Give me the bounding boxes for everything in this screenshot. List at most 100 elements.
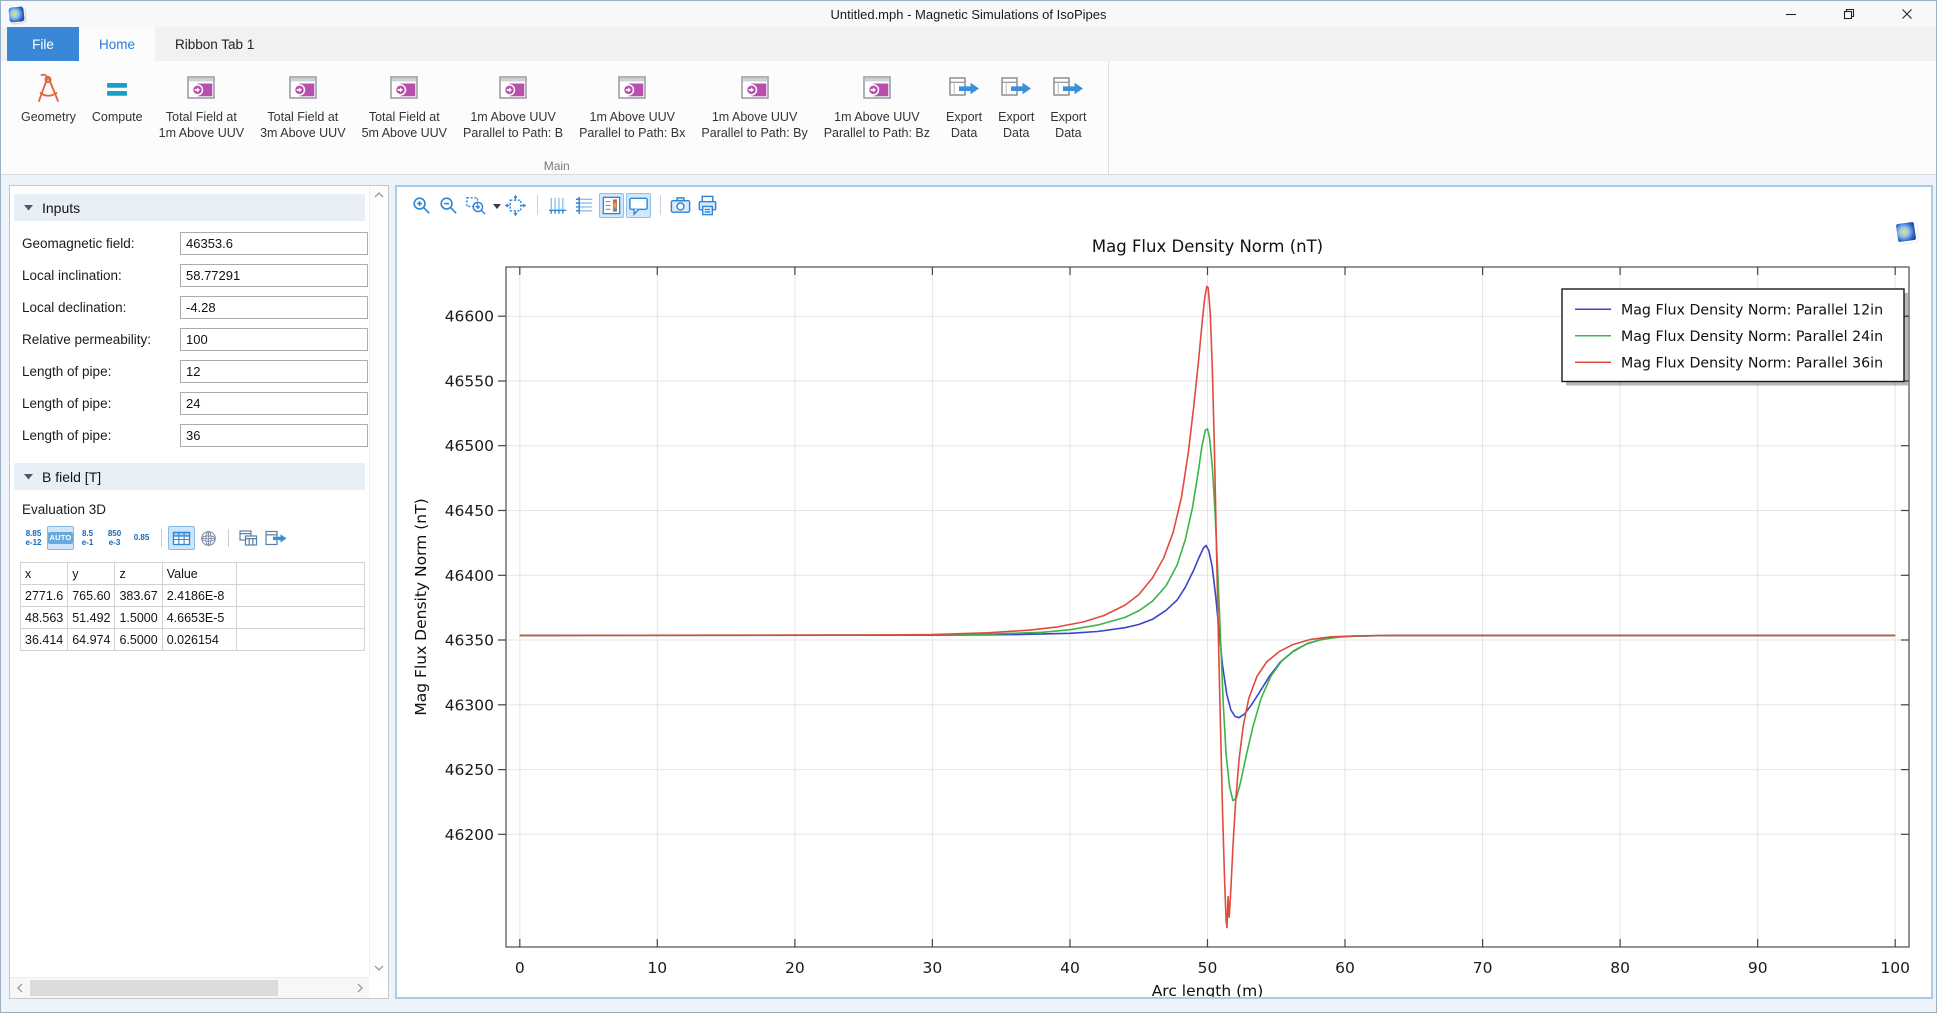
scroll-down-button[interactable] bbox=[370, 959, 388, 977]
column-header[interactable]: y bbox=[68, 563, 115, 585]
format-decimal-button[interactable]: 0.85 bbox=[128, 526, 155, 550]
scroll-right-button[interactable] bbox=[350, 978, 369, 998]
restore-button[interactable] bbox=[1820, 1, 1878, 27]
table-cell: 6.5000 bbox=[115, 629, 162, 651]
section-header-inputs[interactable]: Inputs bbox=[14, 194, 365, 221]
globe-icon bbox=[199, 530, 218, 547]
chevron-down-icon bbox=[374, 965, 384, 971]
field-input-0[interactable] bbox=[180, 232, 368, 255]
field-input-5[interactable] bbox=[180, 392, 368, 415]
table-cell: 383.67 bbox=[115, 585, 162, 607]
sidebar-vertical-scrollbar[interactable] bbox=[369, 186, 388, 977]
export-table-button[interactable] bbox=[262, 526, 289, 550]
window-title: Untitled.mph - Magnetic Simulations of I… bbox=[1, 7, 1936, 22]
zoom-box-button[interactable] bbox=[463, 193, 488, 218]
y-grid-icon bbox=[573, 194, 596, 217]
sidebar-horizontal-scrollbar[interactable] bbox=[10, 977, 369, 998]
graphics-canvas[interactable]: 0102030405060708090100462004625046300463… bbox=[399, 221, 1933, 1002]
zoom-extents-button[interactable] bbox=[503, 193, 528, 218]
ribbon-button-export-data[interactable]: ExportData bbox=[939, 68, 989, 144]
ribbon-button-total-field-at-3m-above-uuv[interactable]: Total Field at3m Above UUV bbox=[253, 68, 352, 144]
table-view-button[interactable] bbox=[168, 526, 195, 550]
section-header-bfield[interactable]: B field [T] bbox=[14, 463, 365, 490]
scrollbar-thumb[interactable] bbox=[30, 980, 278, 996]
x-grid-icon bbox=[546, 194, 569, 217]
ribbon-button-label: ExportData bbox=[998, 109, 1034, 142]
chart-legend[interactable]: Mag Flux Density Norm: Parallel 12inMag … bbox=[1562, 289, 1904, 382]
field-input-4[interactable] bbox=[180, 360, 368, 383]
field-label: Local declination: bbox=[22, 300, 180, 315]
close-button[interactable] bbox=[1878, 1, 1936, 27]
ribbon-button-1m-above-uuv-parallel-to-path-by[interactable]: 1m Above UUVParallel to Path: By bbox=[694, 68, 814, 144]
ribbon-button-export-data[interactable]: ExportData bbox=[1043, 68, 1093, 144]
x-tick-label: 100 bbox=[1880, 959, 1910, 977]
format-engineering-button[interactable]: 850e-3 bbox=[101, 526, 128, 550]
scroll-up-button[interactable] bbox=[370, 186, 388, 204]
table-cell: 2.4186E-8 bbox=[162, 585, 236, 607]
ribbon-button-label: Geometry bbox=[21, 109, 76, 125]
x-axis-grid-button[interactable] bbox=[545, 193, 570, 218]
field-input-1[interactable] bbox=[180, 264, 368, 287]
image-snapshot-button[interactable] bbox=[668, 193, 693, 218]
column-header[interactable]: Value bbox=[162, 563, 236, 585]
ribbon-buttons: Geometry ComputeTotal Field at1m Above UU… bbox=[13, 68, 1094, 144]
app-window: Untitled.mph - Magnetic Simulations of I… bbox=[0, 0, 1937, 1013]
ribbon-button-total-field-at-5m-above-uuv[interactable]: Total Field at5m Above UUV bbox=[355, 68, 454, 144]
toolbar-separator bbox=[537, 195, 538, 215]
format-scientific-button[interactable]: 8.5e-1 bbox=[74, 526, 101, 550]
table-cell bbox=[236, 607, 364, 629]
graphics-panel: 0102030405060708090100462004625046300463… bbox=[395, 185, 1933, 999]
table-row[interactable]: 48.56351.4921.50004.6653E-5 bbox=[21, 607, 365, 629]
x-tick-label: 80 bbox=[1610, 959, 1630, 977]
print-button[interactable] bbox=[695, 193, 720, 218]
collapse-triangle-icon bbox=[24, 473, 33, 480]
table-cell: 2771.6 bbox=[21, 585, 68, 607]
format-automatic-button[interactable]: AUTO bbox=[47, 526, 74, 550]
zoom-in-icon bbox=[410, 194, 433, 217]
table-cell: 51.492 bbox=[68, 607, 115, 629]
scroll-left-button[interactable] bbox=[10, 978, 29, 998]
show-legends-button[interactable] bbox=[599, 193, 624, 218]
y-tick-label: 46400 bbox=[445, 567, 494, 585]
table-row[interactable]: 2771.6765.60383.672.4186E-8 bbox=[21, 585, 365, 607]
legend-entry-label: Mag Flux Density Norm: Parallel 24in bbox=[1621, 329, 1883, 345]
zoom-in-button[interactable] bbox=[409, 193, 434, 218]
table-cell: 48.563 bbox=[21, 607, 68, 629]
tabs-holder: HomeRibbon Tab 1 bbox=[79, 27, 274, 61]
field-input-2[interactable] bbox=[180, 296, 368, 319]
ribbon-button-export-data[interactable]: ExportData bbox=[991, 68, 1041, 144]
ribbon-tab-home[interactable]: Home bbox=[79, 27, 155, 61]
ribbon-button-1m-above-uuv-parallel-to-path-b[interactable]: 1m Above UUVParallel to Path: B bbox=[456, 68, 570, 144]
field-input-3[interactable] bbox=[180, 328, 368, 351]
ribbon-button-1m-above-uuv-parallel-to-path-bx[interactable]: 1m Above UUVParallel to Path: Bx bbox=[572, 68, 692, 144]
copy-table-button[interactable] bbox=[235, 526, 262, 550]
minimize-icon bbox=[1785, 8, 1797, 20]
column-header[interactable]: x bbox=[21, 563, 68, 585]
zoom-box-dropdown-button[interactable] bbox=[490, 193, 503, 218]
ribbon-button-compute[interactable]: Compute bbox=[85, 68, 150, 127]
format-full-precision-button[interactable]: 8.85e-12 bbox=[20, 526, 47, 550]
ribbon-button-label: 1m Above UUVParallel to Path: B bbox=[463, 109, 563, 142]
ribbon-button-label: ExportData bbox=[946, 109, 982, 142]
y-axis-grid-button[interactable] bbox=[572, 193, 597, 218]
zoom-out-button[interactable] bbox=[436, 193, 461, 218]
plot-tooltip-button[interactable] bbox=[626, 193, 651, 218]
column-header[interactable] bbox=[236, 563, 364, 585]
ribbon-button-geometry[interactable]: Geometry bbox=[14, 68, 83, 127]
minimize-button[interactable] bbox=[1762, 1, 1820, 27]
y-tick-label: 46250 bbox=[445, 761, 494, 779]
zoom-extents-icon bbox=[504, 194, 527, 217]
ribbon-group-label: Main bbox=[5, 159, 1108, 173]
ribbon-tab-ribbon-tab-1[interactable]: Ribbon Tab 1 bbox=[155, 27, 274, 61]
sphere-view-button[interactable] bbox=[195, 526, 222, 550]
ribbon-button-1m-above-uuv-parallel-to-path-bz[interactable]: 1m Above UUVParallel to Path: Bz bbox=[817, 68, 937, 144]
ribbon-button-total-field-at-1m-above-uuv[interactable]: Total Field at1m Above UUV bbox=[152, 68, 251, 144]
file-tab[interactable]: File bbox=[7, 27, 79, 61]
column-header[interactable]: z bbox=[115, 563, 162, 585]
export-data-icon bbox=[1051, 73, 1085, 103]
y-tick-label: 46350 bbox=[445, 632, 494, 650]
auto-format-label: AUTO bbox=[48, 532, 74, 545]
table-row[interactable]: 36.41464.9746.50000.026154 bbox=[21, 629, 365, 651]
field-input-6[interactable] bbox=[180, 424, 368, 447]
chart-title: Mag Flux Density Norm (nT) bbox=[1092, 237, 1323, 256]
